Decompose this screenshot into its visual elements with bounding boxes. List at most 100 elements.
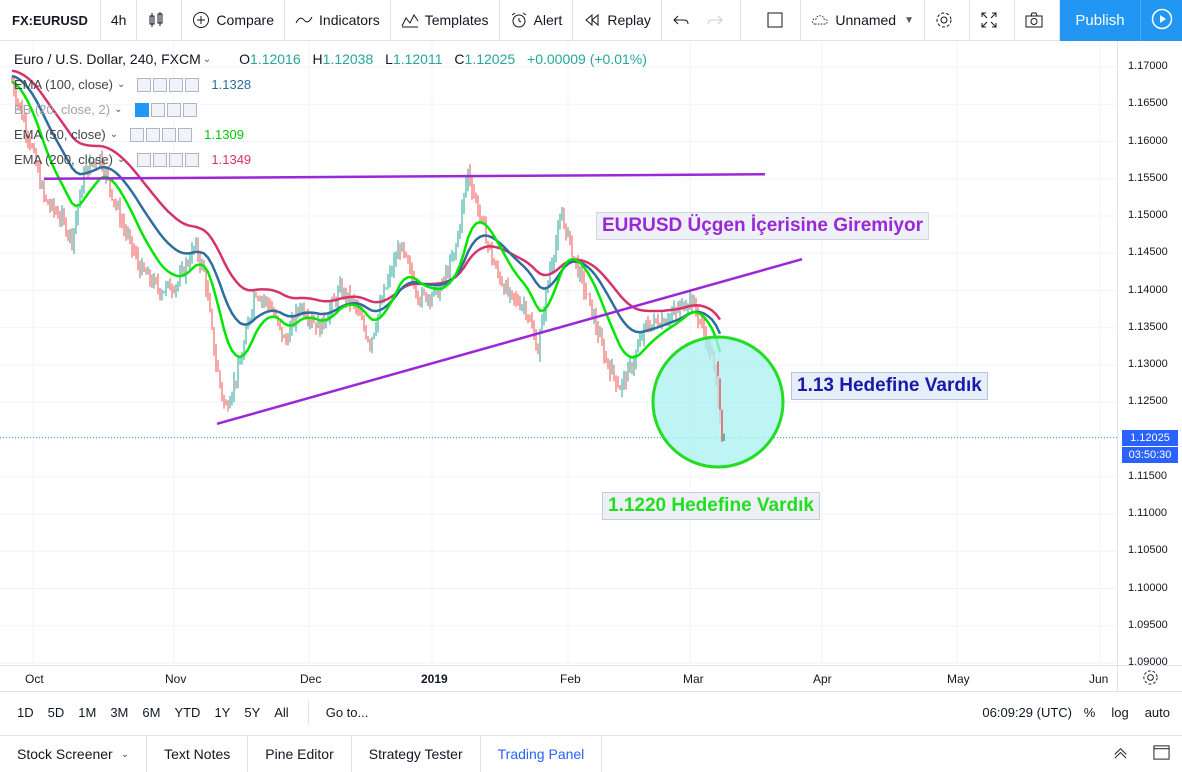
chevron-down-icon[interactable]: ⌄ (203, 54, 211, 65)
tab-trading-panel[interactable]: Trading Panel (481, 735, 603, 772)
range-1y[interactable]: 1Y (207, 705, 237, 720)
indicator-value: 1.1349 (211, 152, 252, 167)
indicator-controls[interactable] (130, 127, 194, 142)
gear-icon (935, 11, 953, 29)
replay-button[interactable]: Replay (573, 0, 662, 41)
annotation-target-1[interactable]: 1.13 Hedefine Vardık (791, 372, 988, 400)
indicator-legend-bb[interactable]: BB (20, close, 2) ⌄ (14, 102, 209, 117)
price-tick-label: 1.11500 (1128, 469, 1167, 482)
price-tick-label: 1.16500 (1128, 97, 1168, 110)
range-6m[interactable]: 6M (135, 705, 167, 720)
chart-settings-corner[interactable] (1117, 665, 1182, 691)
price-tick-label: 1.17000 (1128, 60, 1168, 72)
bottom-panel-tabs: Stock Screener ⌄ Text Notes Pine Editor … (0, 735, 1182, 772)
compare-button[interactable]: Compare (182, 0, 286, 41)
compare-label: Compare (216, 12, 275, 28)
undo-button[interactable] (662, 0, 706, 41)
more-icon (166, 102, 181, 117)
replay-label: Replay (607, 12, 651, 28)
templates-button[interactable]: Templates (391, 0, 500, 41)
time-label: Nov (165, 672, 187, 686)
time-label: Feb (560, 672, 581, 686)
indicators-button[interactable]: Indicators (285, 0, 391, 41)
indicator-controls[interactable] (137, 152, 201, 167)
indicator-legend-ema200[interactable]: EMA (200, close) ⌄ 1.1349 (14, 152, 251, 167)
gear-icon (1142, 669, 1159, 689)
tab-stock-screener[interactable]: Stock Screener ⌄ (0, 735, 148, 772)
chevron-down-icon[interactable]: ⌄ (117, 79, 125, 90)
tab-pine-editor[interactable]: Pine Editor (248, 735, 352, 772)
time-label: Jun (1089, 672, 1109, 686)
price-tick-label: 1.16000 (1128, 134, 1168, 147)
redo-button[interactable] (706, 0, 741, 41)
more-icon (169, 77, 184, 92)
symbol-search-button[interactable]: FX:EURUSD (0, 0, 101, 41)
more-icon (162, 127, 177, 142)
alert-button[interactable]: Alert (500, 0, 574, 41)
top-toolbar: FX:EURUSD 4h Compare Indicators Template… (0, 0, 1182, 41)
price-tick-label: 1.10000 (1128, 581, 1168, 594)
settings-button[interactable] (925, 0, 970, 41)
tab-strategy-tester[interactable]: Strategy Tester (352, 735, 481, 772)
percent-scale-toggle[interactable]: % (1076, 705, 1104, 720)
chevron-down-icon[interactable]: ⌄ (110, 129, 118, 140)
chevron-down-icon[interactable]: ⌄ (117, 154, 125, 165)
range-1d[interactable]: 1D (10, 705, 41, 720)
indicator-wave-icon (295, 11, 313, 29)
indicator-legend-ema50[interactable]: EMA (50, close) ⌄ 1.1309 (14, 127, 244, 142)
time-label: Mar (683, 672, 704, 686)
goto-date-button[interactable]: Go to... (319, 705, 376, 720)
range-1m[interactable]: 1M (71, 705, 103, 720)
play-button[interactable] (1140, 0, 1182, 41)
resistance-trendline[interactable] (43, 173, 766, 180)
fullscreen-button[interactable] (970, 0, 1015, 41)
cloud-icon (811, 11, 829, 29)
indicator-legend-ema100[interactable]: EMA (100, close) ⌄ 1.1328 (14, 77, 251, 92)
time-axis[interactable]: Oct Nov Dec 2019 Feb Mar Apr May Jun (0, 665, 1117, 691)
snapshot-button[interactable] (1015, 0, 1060, 41)
price-tick-label: 1.15000 (1128, 209, 1168, 221)
tab-text-notes[interactable]: Text Notes (147, 735, 249, 772)
alert-label: Alert (533, 12, 563, 28)
series-title[interactable]: Euro / U.S. Dollar, 240, FXCM (14, 51, 201, 67)
indicator-controls[interactable] (137, 77, 201, 92)
range-5y[interactable]: 5Y (237, 705, 267, 720)
price-axis[interactable]: 1.12025 03:50:30 1.17000 1.16500 1.16000 1.… (1117, 41, 1182, 668)
time-label: 2019 (421, 672, 448, 686)
close-icon (185, 152, 200, 167)
chevrons-up-icon (1114, 748, 1127, 759)
plus-circle-icon (192, 11, 210, 29)
interval-button[interactable]: 4h (101, 0, 138, 41)
range-all[interactable]: All (267, 705, 295, 720)
range-3m[interactable]: 3M (103, 705, 135, 720)
indicator-controls[interactable] (134, 102, 199, 117)
alarm-clock-icon (510, 11, 528, 29)
chevron-down-icon[interactable]: ⌄ (114, 104, 122, 115)
maximize-panel-button[interactable] (1153, 744, 1170, 764)
price-tick-label: 1.15500 (1128, 171, 1168, 184)
candles-icon (147, 11, 165, 29)
collapse-panel-button[interactable] (1112, 744, 1129, 764)
annotation-title[interactable]: EURUSD Üçgen İçerisine Giremiyor (596, 212, 929, 240)
templates-label: Templates (424, 12, 489, 28)
price-tick-label: 1.10500 (1128, 544, 1168, 557)
log-scale-toggle[interactable]: log (1103, 705, 1136, 720)
chevron-down-icon: ⌄ (120, 748, 130, 760)
annotation-target-2[interactable]: 1.1220 Hedefine Vardık (602, 492, 820, 520)
fullscreen-select-button[interactable] (756, 0, 802, 41)
auto-scale-toggle[interactable]: auto (1137, 705, 1178, 720)
chart-pane[interactable]: Euro / U.S. Dollar, 240, FXCM ⌄ O1.12016… (0, 41, 1182, 691)
publish-button[interactable]: Publish (1060, 0, 1140, 41)
utc-clock[interactable]: 06:09:29 (UTC) (982, 705, 1072, 720)
target-zone-circle[interactable] (651, 335, 785, 469)
gear-icon (153, 152, 168, 167)
time-label: May (947, 672, 970, 686)
time-label: Oct (25, 672, 44, 686)
window-icon (1153, 745, 1170, 760)
chart-style-button[interactable] (137, 0, 183, 41)
layout-menu-button[interactable]: Unnamed ▼ (801, 0, 925, 41)
range-5d[interactable]: 5D (41, 705, 72, 720)
close-icon (182, 102, 197, 117)
current-price-tag: 1.12025 (1122, 429, 1178, 446)
range-ytd[interactable]: YTD (167, 705, 207, 720)
